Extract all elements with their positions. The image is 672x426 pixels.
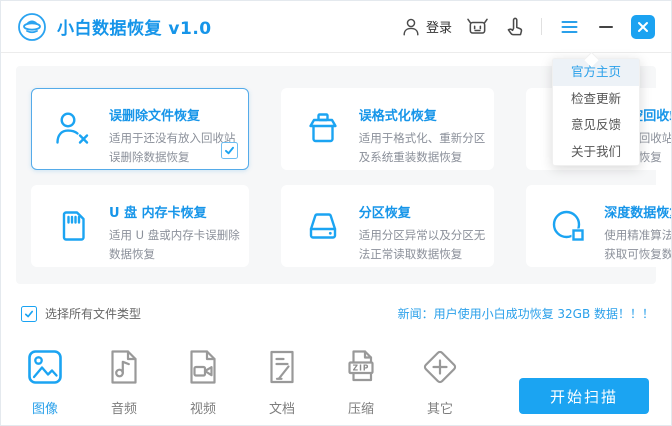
card-title: 深度数据恢复 bbox=[604, 206, 671, 221]
close-button[interactable] bbox=[631, 14, 655, 39]
deleted-file-icon bbox=[53, 109, 93, 149]
card-desc-line2: 获取可恢复数据 bbox=[604, 247, 671, 261]
card-desc-line1: 适用于还没有放入回收站 bbox=[109, 131, 236, 145]
file-types-row: 图像 音频 视频 文档 ZIP 压缩 其它 bbox=[23, 347, 497, 417]
minimize-button[interactable] bbox=[594, 15, 618, 39]
card-format-recovery[interactable]: 误格式化恢复 适用于格式化、重新分区 及系统重装数据恢复 bbox=[280, 88, 495, 170]
filetype-document[interactable]: 文档 bbox=[260, 347, 304, 417]
card-desc-line2: 误删除数据恢复 bbox=[109, 150, 190, 164]
video-file-icon bbox=[183, 347, 223, 387]
card-desc-line2: 及系统重装数据恢复 bbox=[358, 150, 463, 164]
main-menu-dropdown: 官方主页 检查更新 意见反馈 关于我们 bbox=[552, 51, 640, 166]
card-title: 误格式化恢复 bbox=[358, 109, 437, 124]
customer-service-robot-icon[interactable] bbox=[465, 15, 489, 39]
app-window: 小白数据恢复 v1.0 登录 误删除文件恢复 适用于还没有放入回收站 误删除数据… bbox=[0, 0, 672, 426]
card-desc-line1: 适用于格式化、重新分区 bbox=[358, 131, 486, 145]
card-title: 误删除文件恢复 bbox=[109, 109, 201, 124]
menu-hamburger-icon[interactable] bbox=[557, 15, 581, 39]
sd-card-icon bbox=[53, 206, 93, 246]
titlebar: 小白数据恢复 v1.0 登录 bbox=[1, 1, 671, 53]
select-all-filetypes-checkbox[interactable] bbox=[21, 305, 37, 322]
login-button[interactable]: 登录 bbox=[401, 17, 452, 37]
card-deleted-file-recovery[interactable]: 误删除文件恢复 适用于还没有放入回收站 误删除数据恢复 bbox=[31, 88, 249, 170]
filetype-image[interactable]: 图像 bbox=[23, 347, 67, 417]
card-desc-line1: 使用精准算法从硬盘底层 bbox=[604, 228, 671, 242]
app-title: 小白数据恢复 v1.0 bbox=[57, 19, 212, 39]
filetype-label: 压缩 bbox=[347, 402, 374, 417]
login-label: 登录 bbox=[425, 21, 452, 36]
card-title: U 盘 内存卡恢复 bbox=[109, 206, 207, 221]
card-text: 误删除文件恢复 适用于还没有放入回收站 误删除数据恢复 bbox=[109, 105, 236, 169]
filetype-audio[interactable]: 音频 bbox=[102, 347, 146, 417]
app-logo-icon bbox=[17, 12, 47, 42]
card-text: 分区恢复 适用分区异常以及分区无 法正常读取数据恢复 bbox=[359, 202, 486, 266]
brand: 小白数据恢复 v1.0 bbox=[17, 12, 212, 42]
hand-gesture-icon[interactable] bbox=[502, 15, 526, 39]
menu-item-about-us[interactable]: 关于我们 bbox=[553, 139, 639, 166]
start-scan-button[interactable]: 开始扫描 bbox=[519, 378, 649, 414]
titlebar-separator bbox=[541, 18, 542, 35]
hard-drive-icon bbox=[303, 206, 343, 246]
user-icon bbox=[401, 17, 421, 37]
card-text: 误格式化恢复 适用于格式化、重新分区 及系统重装数据恢复 bbox=[359, 105, 486, 169]
card-usb-memorycard-recovery[interactable]: U 盘 内存卡恢复 适用 U 盘或内存卡误删除 数据恢复 bbox=[31, 185, 249, 267]
filetype-label: 文档 bbox=[268, 402, 295, 417]
card-desc-line1: 适用分区异常以及分区无 bbox=[358, 228, 486, 242]
filetype-label: 其它 bbox=[426, 402, 453, 417]
svg-text:ZIP: ZIP bbox=[353, 364, 370, 373]
card-desc-line1: 适用 U 盘或内存卡误删除 bbox=[109, 228, 240, 242]
filetype-label: 音频 bbox=[110, 402, 137, 417]
menu-item-official-home[interactable]: 官方主页 bbox=[553, 59, 639, 86]
card-partition-recovery[interactable]: 分区恢复 适用分区异常以及分区无 法正常读取数据恢复 bbox=[280, 185, 495, 267]
filetype-label: 视频 bbox=[189, 402, 216, 417]
card-desc-line2: 数据恢复 bbox=[109, 247, 155, 261]
filetype-video[interactable]: 视频 bbox=[181, 347, 225, 417]
audio-file-icon bbox=[104, 347, 144, 387]
select-all-filetypes-label: 选择所有文件类型 bbox=[45, 307, 142, 321]
card-checkbox[interactable] bbox=[220, 142, 238, 159]
card-text: U 盘 内存卡恢复 适用 U 盘或内存卡误删除 数据恢复 bbox=[109, 202, 240, 266]
filetype-label: 图像 bbox=[31, 402, 58, 417]
filetype-archive[interactable]: ZIP 压缩 bbox=[339, 347, 383, 417]
card-title: 分区恢复 bbox=[358, 206, 411, 221]
filetype-other[interactable]: 其它 bbox=[418, 347, 462, 417]
card-deep-recovery[interactable]: 深度数据恢复 使用精准算法从硬盘底层 获取可恢复数据 bbox=[526, 185, 671, 267]
filter-row: 选择所有文件类型 新闻：用户使用小白成功恢复 32GB 数据！！！ bbox=[21, 305, 654, 322]
card-desc-line2: 法正常读取数据恢复 bbox=[358, 247, 463, 261]
document-file-icon bbox=[262, 347, 302, 387]
menu-item-check-update[interactable]: 检查更新 bbox=[553, 86, 639, 113]
menu-item-feedback[interactable]: 意见反馈 bbox=[553, 112, 639, 139]
other-plus-icon bbox=[420, 347, 460, 387]
zip-file-icon: ZIP bbox=[341, 347, 381, 387]
deep-scan-icon bbox=[548, 206, 589, 246]
titlebar-controls: 登录 bbox=[401, 14, 655, 39]
format-recovery-icon bbox=[303, 109, 343, 149]
news-ticker: 新闻：用户使用小白成功恢复 32GB 数据！！！ bbox=[397, 307, 654, 321]
card-text: 深度数据恢复 使用精准算法从硬盘底层 获取可恢复数据 bbox=[604, 202, 671, 266]
image-file-icon bbox=[25, 347, 65, 387]
